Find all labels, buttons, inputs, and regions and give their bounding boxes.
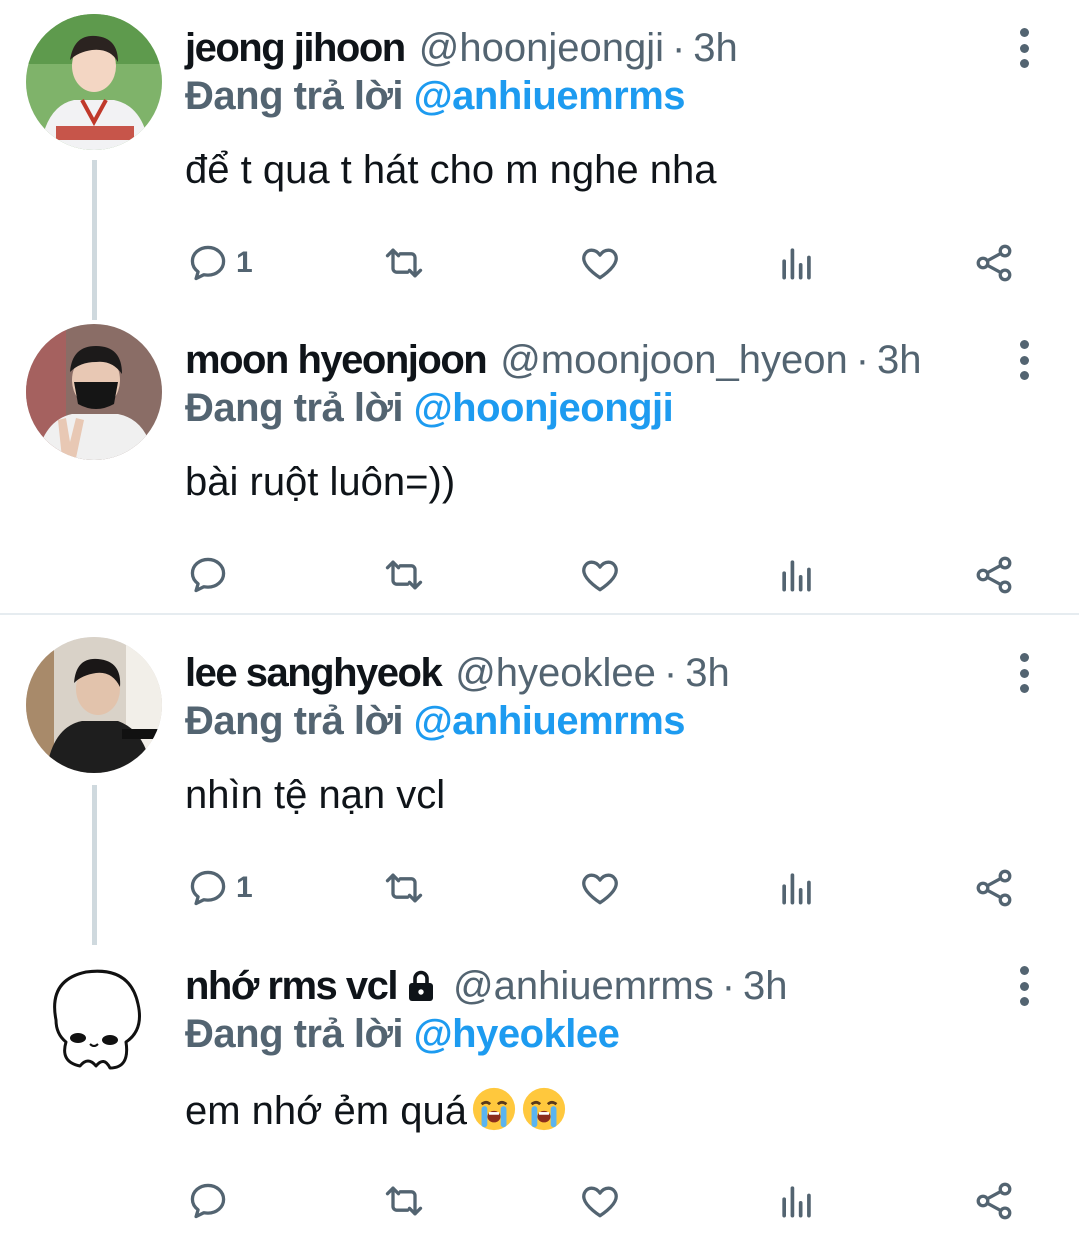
timestamp[interactable]: 3h [693,26,738,71]
replying-to-label: Đang trả lời [185,699,404,743]
tweet-text-content: em nhớ ẻm quá [185,1089,467,1133]
mention-link[interactable]: @anhiuemrms [414,699,686,743]
like-button[interactable] [578,550,622,600]
retweet-icon [385,248,423,278]
loudly-crying-face-icon [522,1087,566,1131]
timestamp[interactable]: 3h [685,651,730,696]
tweet[interactable]: lee sanghyeok @hyeoklee · 3h Đang trả lờ… [0,637,1079,923]
replying-to-label: Đang trả lời [185,74,404,118]
more-options-icon[interactable] [1008,653,1040,693]
username[interactable]: @hyeoklee [455,651,656,696]
reply-button[interactable] [186,1176,236,1226]
heart-icon [582,560,618,592]
analytics-icon [782,873,811,905]
retweet-button[interactable] [382,238,426,288]
analytics-button[interactable] [775,238,819,288]
display-name[interactable]: lee sanghyeok [185,651,443,696]
avatar[interactable] [26,950,162,1086]
replying-to-label: Đang trả lời [185,386,404,430]
share-icon [976,244,1012,282]
lock-icon [409,970,434,1001]
tweet-header: jeong jihoon @hoonjeongji · 3h [185,18,738,78]
share-button[interactable] [972,238,1016,288]
like-button[interactable] [578,1176,622,1226]
more-options-icon[interactable] [1008,966,1040,1006]
mention-link[interactable]: @hyeoklee [414,1012,620,1056]
mention-link[interactable]: @hoonjeongji [414,386,674,430]
display-name[interactable]: moon hyeonjoon [185,338,488,383]
replying-to: Đang trả lời @hoonjeongji [185,386,674,431]
analytics-button[interactable] [775,550,819,600]
share-icon [976,1182,1012,1220]
analytics-button[interactable] [775,863,819,913]
reply-button[interactable]: 1 [186,863,253,913]
loudly-crying-face-icon [472,1087,516,1131]
reply-count: 1 [236,871,253,904]
timestamp[interactable]: 3h [877,338,922,383]
retweet-button[interactable] [382,550,426,600]
tweet-text: em nhớ ẻm quá [185,1086,567,1134]
like-button[interactable] [578,863,622,913]
avatar[interactable] [26,324,162,460]
tweet-text: để t qua t hát cho m nghe nha [185,148,717,192]
share-button[interactable] [972,550,1016,600]
action-bar: 1 [0,863,1079,913]
avatar[interactable] [26,14,162,150]
analytics-button[interactable] [775,1176,819,1226]
more-options-icon[interactable] [1008,28,1040,68]
reply-button[interactable]: 1 [186,238,253,288]
separator-dot: · [721,963,736,1008]
retweet-icon [385,1186,423,1216]
username[interactable]: @moonjoon_hyeon [500,338,848,383]
tweet-header: moon hyeonjoon @moonjoon_hyeon · 3h [185,330,922,390]
display-name[interactable]: nhớ rms vcl [185,964,399,1009]
share-icon [976,869,1012,907]
separator-dot: · [855,337,870,382]
replying-to: Đang trả lời @anhiuemrms [185,74,686,119]
tweet-header: nhớ rms vcl @anhiuemrms · 3h [185,956,788,1016]
reply-icon [190,870,226,906]
reply-count: 1 [236,246,253,279]
avatar[interactable] [26,637,162,773]
username[interactable]: @hoonjeongji [419,26,664,71]
timestamp[interactable]: 3h [743,964,788,1009]
reply-icon [190,1183,226,1219]
retweet-icon [385,873,423,903]
share-icon [976,556,1012,594]
action-bar [0,550,1079,600]
action-bar [0,1176,1079,1226]
reply-button[interactable] [186,550,236,600]
tweet[interactable]: moon hyeonjoon @moonjoon_hyeon · 3h Đang… [0,324,1079,610]
analytics-icon [782,248,811,280]
retweet-icon [385,560,423,590]
retweet-button[interactable] [382,1176,426,1226]
share-button[interactable] [972,863,1016,913]
heart-icon [582,248,618,280]
reply-icon [190,245,226,281]
username[interactable]: @anhiuemrms [453,964,714,1009]
mention-link[interactable]: @anhiuemrms [414,74,686,118]
more-options-icon[interactable] [1008,340,1040,380]
analytics-icon [782,1186,811,1218]
separator-dot: · [671,25,686,70]
analytics-icon [782,560,811,592]
replying-to: Đang trả lời @anhiuemrms [185,699,686,744]
heart-icon [582,1186,618,1218]
display-name[interactable]: jeong jihoon [185,26,406,71]
separator-dot: · [663,650,678,695]
share-button[interactable] [972,1176,1016,1226]
action-bar: 1 [0,238,1079,288]
divider [0,613,1079,615]
like-button[interactable] [578,238,622,288]
heart-icon [582,873,618,905]
tweet-text: nhìn tệ nạn vcl [185,773,446,817]
retweet-button[interactable] [382,863,426,913]
tweet-header: lee sanghyeok @hyeoklee · 3h [185,643,730,703]
reply-icon [190,557,226,593]
tweet[interactable]: jeong jihoon @hoonjeongji · 3h Đang trả … [0,14,1079,298]
tweet-text: bài ruột luôn=)) [185,460,456,504]
tweet[interactable]: nhớ rms vcl @anhiuemrms · 3h Đang trả lờ… [0,950,1079,1236]
replying-to: Đang trả lời @hyeoklee [185,1012,620,1057]
replying-to-label: Đang trả lời [185,1012,404,1056]
